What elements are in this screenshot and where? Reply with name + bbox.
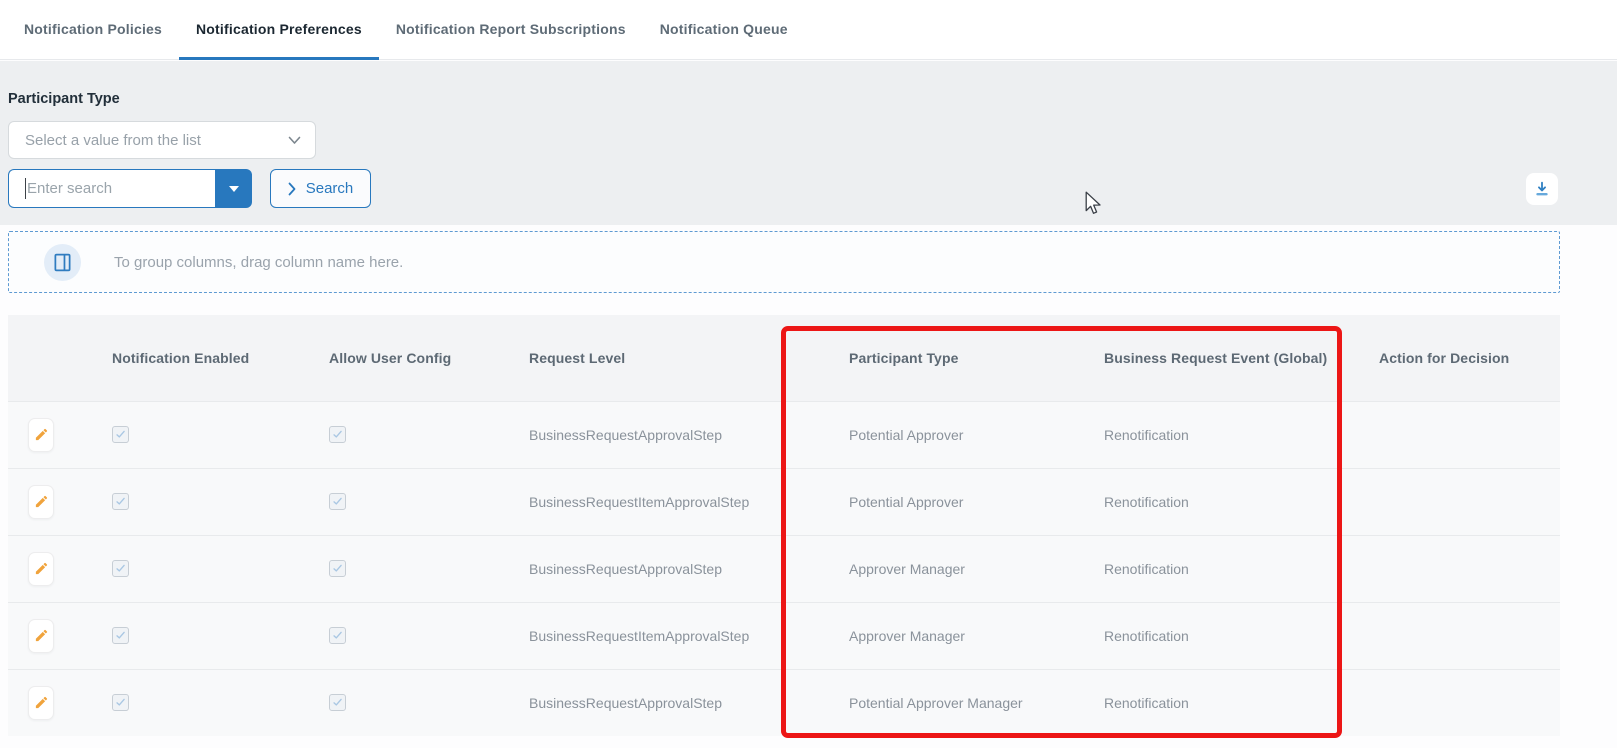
- action-for-decision-cell: [1375, 401, 1560, 468]
- column-header-edit: [8, 315, 108, 401]
- request-level-cell: BusinessRequestItemApprovalStep: [525, 602, 845, 669]
- allow-user-config-cell: [325, 535, 525, 602]
- action-for-decision-cell: [1375, 535, 1560, 602]
- column-header-participant-type[interactable]: Participant Type: [845, 315, 1100, 401]
- edit-row-button[interactable]: [28, 485, 54, 519]
- tab-bar: Notification Policies Notification Prefe…: [0, 0, 1617, 60]
- allow-user-config-checkbox: [329, 560, 346, 577]
- column-header-business-request-event[interactable]: Business Request Event (Global): [1100, 315, 1375, 401]
- tab-notification-queue[interactable]: Notification Queue: [643, 0, 805, 60]
- chevron-down-icon: [288, 136, 301, 145]
- participant-type-cell: Potential Approver: [845, 468, 1100, 535]
- search-combo: [8, 169, 252, 208]
- action-for-decision-cell: [1375, 669, 1560, 736]
- participant-type-cell: Approver Manager: [845, 602, 1100, 669]
- business-request-event-cell: Renotification: [1100, 401, 1375, 468]
- allow-user-config-checkbox: [329, 694, 346, 711]
- request-level-cell: BusinessRequestApprovalStep: [525, 669, 845, 736]
- notification-enabled-checkbox: [112, 426, 129, 443]
- pencil-icon: [34, 427, 49, 442]
- search-input[interactable]: [8, 169, 215, 208]
- allow-user-config-checkbox: [329, 493, 346, 510]
- table-row: BusinessRequestItemApprovalStep Potentia…: [8, 468, 1560, 535]
- allow-user-config-checkbox: [329, 627, 346, 644]
- column-header-action-for-decision[interactable]: Action for Decision: [1375, 315, 1560, 401]
- allow-user-config-cell: [325, 669, 525, 736]
- edit-cell: [8, 401, 108, 468]
- notification-enabled-cell: [108, 468, 325, 535]
- notification-enabled-cell: [108, 669, 325, 736]
- text-caret: [25, 178, 26, 199]
- allow-user-config-cell: [325, 401, 525, 468]
- table-row: BusinessRequestApprovalStep Potential Ap…: [8, 401, 1560, 468]
- notification-enabled-cell: [108, 401, 325, 468]
- request-level-cell: BusinessRequestApprovalStep: [525, 401, 845, 468]
- allow-user-config-cell: [325, 468, 525, 535]
- edit-row-button[interactable]: [28, 418, 54, 452]
- notification-enabled-checkbox: [112, 493, 129, 510]
- action-for-decision-cell: [1375, 468, 1560, 535]
- table-header: Notification Enabled Allow User Config R…: [8, 315, 1560, 401]
- business-request-event-cell: Renotification: [1100, 468, 1375, 535]
- column-header-request-level[interactable]: Request Level: [525, 315, 845, 401]
- business-request-event-cell: Renotification: [1100, 602, 1375, 669]
- participant-type-cell: Potential Approver Manager: [845, 669, 1100, 736]
- preferences-table: Notification Enabled Allow User Config R…: [8, 315, 1560, 736]
- table-row: BusinessRequestItemApprovalStep Approver…: [8, 602, 1560, 669]
- filter-section: Participant Type Select a value from the…: [0, 61, 1617, 225]
- tab-notification-policies[interactable]: Notification Policies: [7, 0, 179, 60]
- select-placeholder: Select a value from the list: [25, 132, 288, 149]
- notification-enabled-cell: [108, 602, 325, 669]
- allow-user-config-checkbox: [329, 426, 346, 443]
- notification-enabled-checkbox: [112, 694, 129, 711]
- notification-enabled-checkbox: [112, 627, 129, 644]
- pencil-icon: [34, 628, 49, 643]
- pencil-icon: [34, 561, 49, 576]
- edit-row-button[interactable]: [28, 552, 54, 586]
- edit-row-button[interactable]: [28, 619, 54, 653]
- tab-notification-report-subscriptions[interactable]: Notification Report Subscriptions: [379, 0, 643, 60]
- search-button-label: Search: [306, 180, 354, 197]
- columns-icon: [44, 244, 81, 281]
- participant-type-cell: Approver Manager: [845, 535, 1100, 602]
- pencil-icon: [34, 695, 49, 710]
- business-request-event-cell: Renotification: [1100, 535, 1375, 602]
- notification-enabled-checkbox: [112, 560, 129, 577]
- participant-type-cell: Potential Approver: [845, 401, 1100, 468]
- search-button[interactable]: Search: [270, 169, 371, 208]
- business-request-event-cell: Renotification: [1100, 669, 1375, 736]
- edit-cell: [8, 468, 108, 535]
- triangle-down-icon: [229, 186, 239, 192]
- tab-notification-preferences[interactable]: Notification Preferences: [179, 0, 379, 60]
- table-row: BusinessRequestApprovalStep Approver Man…: [8, 535, 1560, 602]
- chevron-right-icon: [288, 182, 296, 196]
- edit-cell: [8, 669, 108, 736]
- column-header-notification-enabled[interactable]: Notification Enabled: [108, 315, 325, 401]
- search-dropdown-button[interactable]: [215, 169, 252, 208]
- table-body: BusinessRequestApprovalStep Potential Ap…: [8, 401, 1560, 736]
- notification-enabled-cell: [108, 535, 325, 602]
- allow-user-config-cell: [325, 602, 525, 669]
- edit-cell: [8, 602, 108, 669]
- download-button[interactable]: [1526, 173, 1558, 205]
- participant-type-select[interactable]: Select a value from the list: [8, 121, 316, 159]
- action-for-decision-cell: [1375, 602, 1560, 669]
- content-section: To group columns, drag column name here.…: [0, 225, 1617, 748]
- request-level-cell: BusinessRequestApprovalStep: [525, 535, 845, 602]
- edit-row-button[interactable]: [28, 686, 54, 720]
- request-level-cell: BusinessRequestItemApprovalStep: [525, 468, 845, 535]
- download-icon: [1533, 180, 1551, 198]
- column-header-allow-user-config[interactable]: Allow User Config: [325, 315, 525, 401]
- group-columns-hint: To group columns, drag column name here.: [114, 254, 403, 271]
- pencil-icon: [34, 494, 49, 509]
- edit-cell: [8, 535, 108, 602]
- participant-type-label: Participant Type: [8, 91, 120, 107]
- group-columns-dropzone[interactable]: To group columns, drag column name here.: [8, 231, 1560, 293]
- table-row: BusinessRequestApprovalStep Potential Ap…: [8, 669, 1560, 736]
